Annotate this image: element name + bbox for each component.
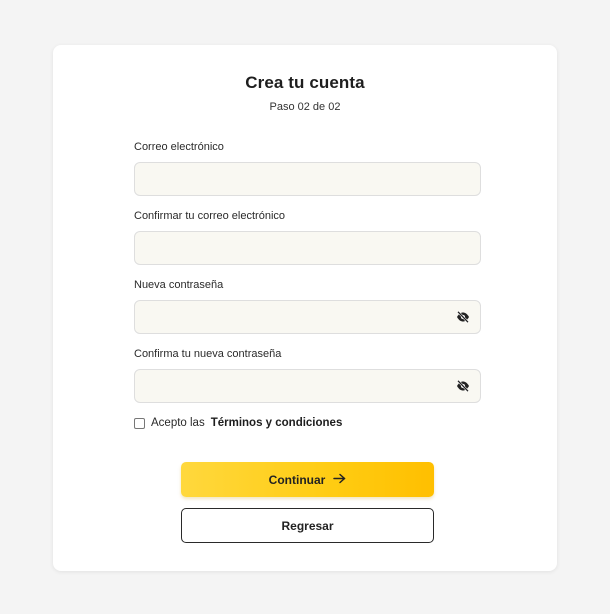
back-button[interactable]: Regresar (181, 508, 434, 543)
continue-label: Continuar (268, 472, 326, 487)
email-input[interactable] (134, 162, 481, 196)
email-confirm-label: Confirmar tu correo electrónico (134, 210, 286, 222)
step-indicator: Paso 02 de 02 (269, 101, 341, 113)
terms-checkbox[interactable] (134, 417, 145, 429)
password-confirm-label: Confirma tu nueva contraseña (134, 348, 282, 360)
terms-link[interactable]: Términos y condiciones (211, 417, 343, 429)
signup-card: Crea tu cuenta Paso 02 de 02 Correo elec… (53, 45, 557, 571)
terms-prefix: Acepto las (151, 417, 205, 429)
password-label: Nueva contraseña (134, 279, 224, 291)
terms-row[interactable]: Acepto las Términos y condiciones (134, 417, 342, 429)
email-label: Correo electrónico (134, 141, 224, 153)
password-confirm-input[interactable] (134, 369, 481, 403)
arrow-right-icon (333, 473, 346, 487)
page-title: Crea tu cuenta (245, 73, 365, 92)
password-input[interactable] (134, 300, 481, 334)
email-confirm-input[interactable] (134, 231, 481, 265)
eye-slash-icon[interactable] (455, 378, 471, 394)
eye-slash-icon[interactable] (455, 309, 471, 325)
continue-button[interactable]: Continuar (181, 462, 434, 497)
